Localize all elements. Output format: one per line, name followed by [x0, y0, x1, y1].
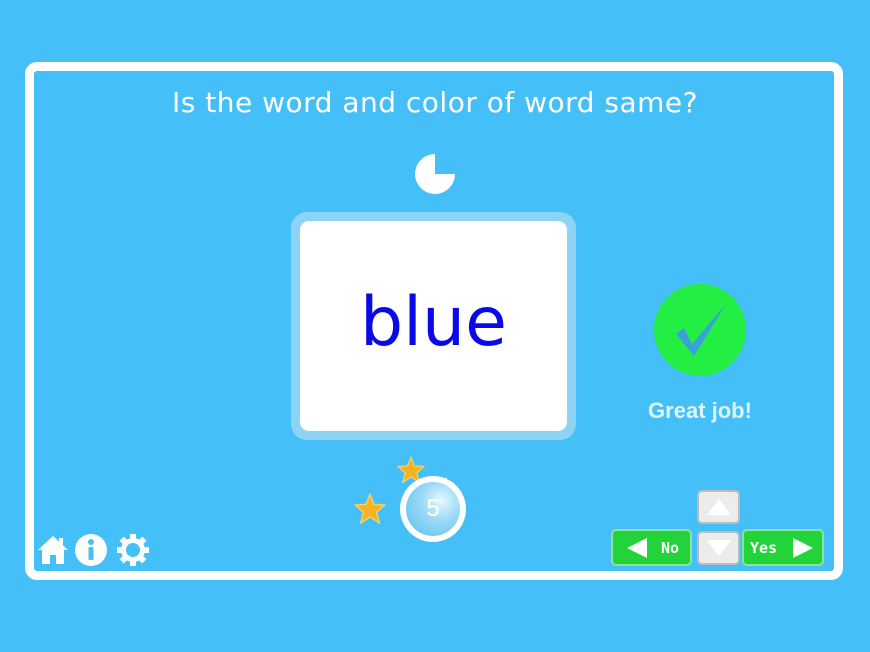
result-text: Great job!: [648, 398, 752, 423]
card-word: blue: [360, 282, 507, 362]
arrow-up-button[interactable]: [697, 490, 740, 524]
arrow-right-icon: [793, 537, 814, 558]
word-card-inner: blue: [300, 221, 567, 431]
question-text: Is the word and color of word same?: [172, 86, 698, 119]
star-icon: [354, 493, 386, 525]
arrow-down-button[interactable]: [697, 531, 740, 565]
home-icon[interactable]: [36, 533, 70, 567]
gear-icon[interactable]: [116, 533, 150, 567]
score-badge: 5: [400, 476, 466, 542]
arrow-down-icon: [706, 540, 731, 556]
word-card: blue: [291, 212, 576, 440]
arrow-left-icon: [627, 537, 647, 558]
timer-remaining: [415, 154, 455, 194]
yes-button-label: Yes: [750, 538, 778, 557]
checkmark-icon: [654, 284, 746, 376]
arrow-up-icon: [706, 499, 731, 515]
yes-button[interactable]: Yes: [742, 529, 824, 566]
no-button-label: No: [661, 538, 680, 557]
info-icon[interactable]: [74, 533, 108, 567]
result-circle: [654, 284, 746, 376]
no-button[interactable]: No: [611, 529, 692, 566]
timer-icon: [415, 154, 455, 194]
score-value: 5: [406, 482, 460, 536]
